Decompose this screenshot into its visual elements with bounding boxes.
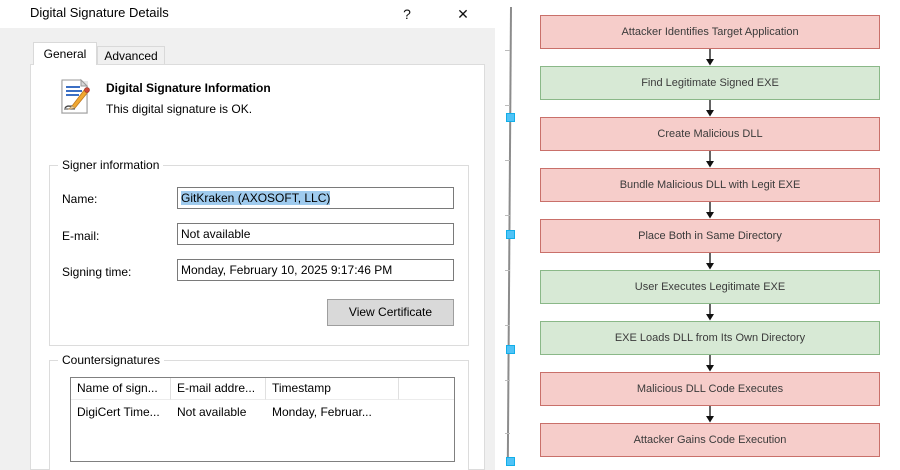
signature-status-text: This digital signature is OK.: [106, 102, 252, 116]
countersignatures-table: Name of sign... E-mail addre... Timestam…: [70, 377, 455, 462]
flow-step-8: Malicious DLL Code Executes: [540, 372, 880, 406]
down-arrow-icon: [540, 100, 880, 117]
divider-tick: [505, 433, 510, 434]
divider-tick: [505, 380, 510, 381]
flow-step-4: Bundle Malicious DLL with Legit EXE: [540, 168, 880, 202]
dialog-titlebar: Digital Signature Details ? ✕: [0, 0, 495, 28]
dialog-title: Digital Signature Details: [30, 5, 169, 20]
general-tab-page: Digital Signature Information This digit…: [30, 64, 485, 470]
down-arrow-icon: [540, 253, 880, 270]
digital-signature-icon: [56, 78, 96, 118]
divider-tick: [505, 270, 510, 271]
countersignature-email: Not available: [171, 400, 266, 424]
column-header-name[interactable]: Name of sign...: [71, 378, 171, 400]
down-arrow-icon: [540, 355, 880, 372]
column-header-empty: [399, 378, 454, 400]
down-arrow-icon: [540, 151, 880, 168]
countersignatures-legend: Countersignatures: [58, 353, 164, 367]
divider-tick: [505, 160, 510, 161]
divider-tick: [505, 325, 510, 326]
flow-step-2: Find Legitimate Signed EXE: [540, 66, 880, 100]
email-field-value: Not available: [181, 227, 250, 241]
flow-step-6: User Executes Legitimate EXE: [540, 270, 880, 304]
tab-general[interactable]: General: [33, 42, 97, 65]
flow-step-9: Attacker Gains Code Execution: [540, 423, 880, 457]
view-certificate-button[interactable]: View Certificate: [327, 299, 454, 326]
signing-time-label: Signing time:: [62, 265, 131, 279]
name-field-value: GitKraken (AXOSOFT, LLC): [181, 191, 330, 205]
signer-information-group: Signer information Name: GitKraken (AXOS…: [49, 165, 469, 346]
digital-signature-details-dialog: Digital Signature Details ? ✕ General Ad…: [0, 0, 495, 470]
countersignature-empty-cell: [399, 400, 454, 424]
selection-handle[interactable]: [506, 457, 515, 466]
column-header-email[interactable]: E-mail addre...: [171, 378, 266, 400]
countersignatures-group: Countersignatures Name of sign... E-mail…: [49, 360, 469, 470]
countersignatures-header-row: Name of sign... E-mail addre... Timestam…: [71, 378, 454, 400]
signing-time-field-value: Monday, February 10, 2025 9:17:46 PM: [181, 263, 392, 277]
flow-step-7: EXE Loads DLL from Its Own Directory: [540, 321, 880, 355]
divider-tick: [505, 50, 510, 51]
down-arrow-icon: [540, 49, 880, 66]
down-arrow-icon: [540, 406, 880, 423]
name-label: Name:: [62, 192, 97, 206]
selection-handle[interactable]: [506, 230, 515, 239]
tab-advanced[interactable]: Advanced: [97, 46, 165, 65]
down-arrow-icon: [540, 304, 880, 321]
countersignature-timestamp: Monday, Februar...: [266, 400, 399, 424]
flow-step-3: Create Malicious DLL: [540, 117, 880, 151]
column-header-timestamp[interactable]: Timestamp: [266, 378, 399, 400]
countersignature-name: DigiCert Time...: [71, 400, 171, 424]
help-button[interactable]: ?: [392, 0, 422, 28]
signer-information-legend: Signer information: [58, 158, 163, 172]
flow-step-1: Attacker Identifies Target Application: [540, 15, 880, 49]
screenshot-stage: Digital Signature Details ? ✕ General Ad…: [0, 0, 900, 470]
email-field[interactable]: Not available: [177, 223, 454, 245]
selection-handle[interactable]: [506, 345, 515, 354]
attack-flowchart: Attacker Identifies Target Application F…: [540, 15, 880, 457]
signature-info-heading: Digital Signature Information: [106, 81, 271, 95]
countersignature-row[interactable]: DigiCert Time... Not available Monday, F…: [71, 400, 454, 424]
signing-time-field[interactable]: Monday, February 10, 2025 9:17:46 PM: [177, 259, 454, 281]
selection-handle[interactable]: [506, 113, 515, 122]
name-field[interactable]: GitKraken (AXOSOFT, LLC): [177, 187, 454, 209]
divider-tick: [505, 105, 510, 106]
down-arrow-icon: [540, 202, 880, 219]
divider-tick: [505, 215, 510, 216]
flow-step-5: Place Both in Same Directory: [540, 219, 880, 253]
email-label: E-mail:: [62, 229, 99, 243]
close-button[interactable]: ✕: [448, 0, 478, 28]
